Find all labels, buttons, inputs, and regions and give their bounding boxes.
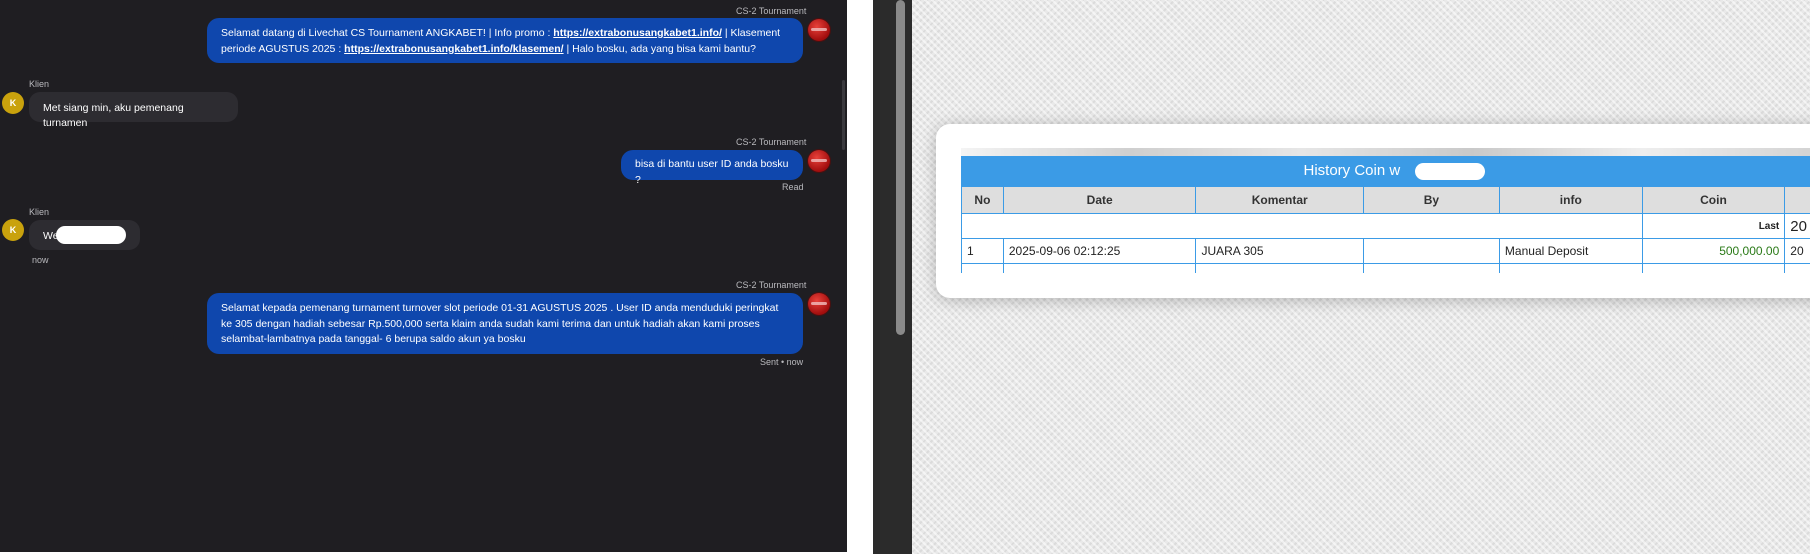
chat-scrollbar[interactable] xyxy=(842,80,845,150)
agent-message-bubble: Selamat kepada pemenang turnament turnov… xyxy=(207,293,803,354)
redaction-mark xyxy=(1415,163,1485,180)
cell-empty xyxy=(961,263,1004,273)
divider-scroll-thumb[interactable] xyxy=(896,0,905,335)
sender-name: Klien xyxy=(29,79,50,89)
sender-name: CS-2 Tournament xyxy=(736,6,807,16)
map-banner xyxy=(961,148,1810,156)
cell-empty xyxy=(1002,263,1197,273)
agent-avatar xyxy=(808,19,830,41)
cell-empty xyxy=(1362,263,1500,273)
column-header-info: info xyxy=(1498,186,1643,214)
redaction-mark xyxy=(56,226,126,244)
title-text: History Coin w xyxy=(1303,162,1401,179)
cell-info: Manual Deposit xyxy=(1498,238,1643,264)
cell-coin: 500,000.00 xyxy=(1641,238,1786,264)
column-header-no: No xyxy=(961,186,1004,214)
promo-link[interactable]: https://extrabonusangkabet1.info/ xyxy=(553,27,722,39)
agent-message-bubble: bisa di bantu user ID anda bosku ? xyxy=(621,150,803,186)
panel-gap xyxy=(847,0,873,554)
redaction-mark xyxy=(1368,243,1489,256)
column-header-date: Date xyxy=(1002,186,1197,214)
cell-empty xyxy=(1641,263,1786,273)
sender-name: CS-2 Tournament xyxy=(736,137,807,147)
cell-date: 2025-09-06 02:12:25 xyxy=(1002,238,1197,264)
agent-avatar xyxy=(808,293,830,315)
sent-status: Sent • now xyxy=(760,357,804,367)
last-label: Last xyxy=(1641,213,1786,239)
cell-komentar: JUARA 305 xyxy=(1195,238,1364,264)
summary-spacer xyxy=(961,213,1643,239)
cell-empty xyxy=(1498,263,1643,273)
column-header-coin: Coin xyxy=(1641,186,1786,214)
sender-name: CS-2 Tournament xyxy=(736,280,807,290)
table-row: 1 2025-09-06 02:12:25 JUARA 305 Manual D… xyxy=(961,238,1810,264)
right-pane: History Coin w8 No Date Komentar By info… xyxy=(912,0,1810,554)
column-header-komentar: Komentar xyxy=(1195,186,1364,214)
message-text: Selamat datang di Livechat CS Tournament… xyxy=(221,27,554,39)
client-avatar: K xyxy=(2,219,24,241)
cell-by xyxy=(1362,238,1500,264)
table-header-row: No Date Komentar By info Coin xyxy=(961,186,1810,214)
history-coin-title: History Coin w8 xyxy=(961,156,1810,186)
last-value: 20 xyxy=(1784,213,1810,239)
chat-panel: CS-2 Tournament Selamat datang di Livech… xyxy=(0,0,847,552)
read-status: Read xyxy=(782,182,804,192)
column-header-extra xyxy=(1784,186,1810,214)
table-row-partial xyxy=(961,263,1810,273)
sender-name: Klien xyxy=(29,207,50,217)
history-coin-table: No Date Komentar By info Coin Last 20 1 xyxy=(961,186,1810,273)
message-time: now xyxy=(32,255,49,265)
cell-empty xyxy=(1195,263,1364,273)
cell-no: 1 xyxy=(961,238,1004,264)
agent-message-bubble: Selamat datang di Livechat CS Tournament… xyxy=(207,18,803,63)
message-text: | Halo bosku, ada yang bisa kami bantu? xyxy=(563,42,756,55)
client-message-bubble: Met siang min, aku pemenang turnamen xyxy=(29,92,238,129)
klasemen-link[interactable]: https://extrabonusangkabet1.info/klaseme… xyxy=(344,43,563,55)
history-coin-table-container: History Coin w8 No Date Komentar By info… xyxy=(961,156,1810,273)
agent-avatar xyxy=(808,150,830,172)
column-header-by: By xyxy=(1362,186,1500,214)
cell-empty xyxy=(1784,263,1810,273)
cell-extra: 20 xyxy=(1784,238,1810,264)
divider-strip xyxy=(873,0,912,554)
summary-row: Last 20 xyxy=(961,213,1810,239)
client-avatar: K xyxy=(2,92,24,114)
